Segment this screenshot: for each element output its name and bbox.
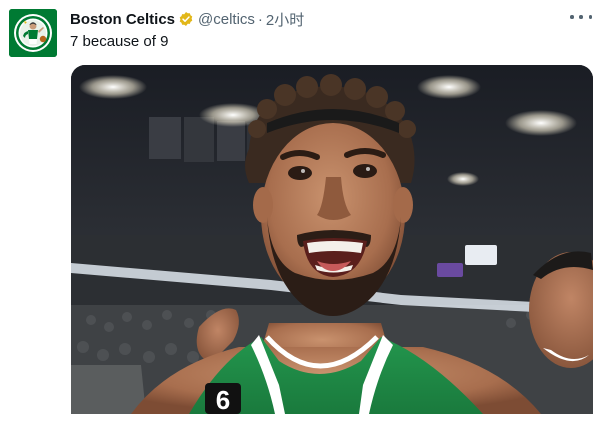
more-dot-icon (579, 15, 583, 19)
tweet-text: 7 because of 9 (70, 33, 169, 50)
more-options-button[interactable] (570, 8, 592, 26)
more-dot-icon (570, 15, 574, 19)
bottom-divider (0, 414, 606, 440)
tweet-photo[interactable]: 6 (71, 65, 593, 414)
timestamp[interactable]: 2小时 (266, 9, 304, 30)
jersey-number-badge: 6 (205, 383, 241, 414)
photo-player-celebrating: 6 (71, 65, 593, 414)
svg-text:6: 6 (216, 385, 230, 414)
verified-gold-badge-icon[interactable] (178, 11, 194, 27)
separator-dot: · (257, 10, 263, 28)
user-handle[interactable]: @celtics (198, 11, 255, 28)
more-dot-icon (588, 15, 592, 19)
display-name[interactable]: Boston Celtics (70, 11, 175, 28)
tweet-header: Boston Celtics @celtics · 2小时 (70, 8, 304, 30)
avatar-celtics-logo[interactable] (9, 9, 57, 57)
celtics-logo-icon (9, 9, 57, 57)
